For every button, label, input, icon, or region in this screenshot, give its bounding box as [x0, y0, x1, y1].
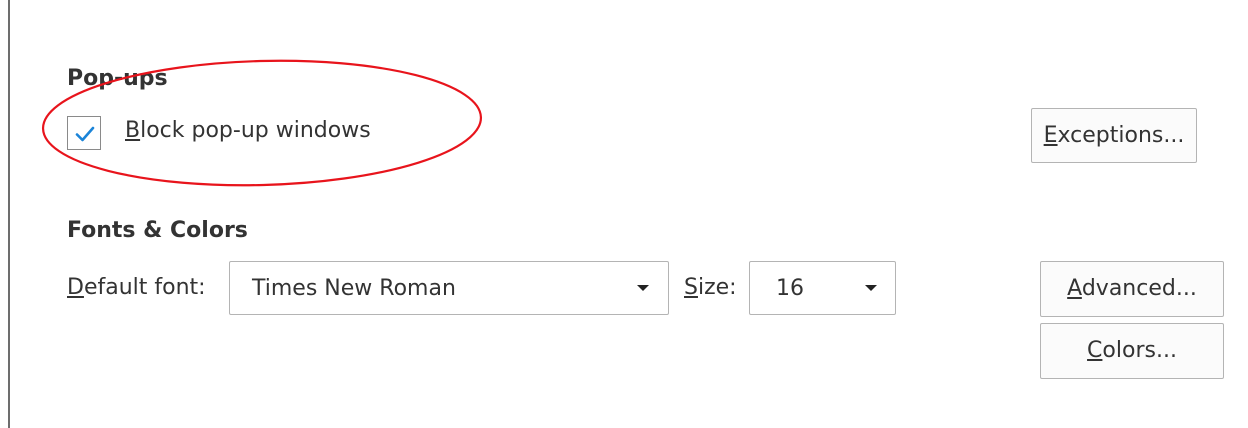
size-label-text: ize: — [697, 275, 737, 300]
exceptions-accesskey: E — [1043, 123, 1058, 148]
font-size-select[interactable]: 16 — [749, 261, 896, 315]
default-font-value: Times New Roman — [252, 276, 456, 301]
advanced-fonts-button[interactable]: Advanced... — [1040, 261, 1224, 317]
colors-accesskey: C — [1087, 338, 1103, 363]
size-accesskey: S — [684, 275, 698, 300]
colors-button[interactable]: Colors... — [1040, 323, 1224, 379]
default-font-label: Default font: — [67, 275, 206, 300]
popups-heading: Pop-ups — [67, 66, 168, 91]
chevron-down-icon — [865, 285, 877, 291]
default-font-select[interactable]: Times New Roman — [229, 261, 669, 315]
size-label: Size: — [684, 275, 737, 300]
font-size-value: 16 — [776, 276, 804, 301]
chevron-down-icon — [637, 285, 649, 291]
exceptions-button[interactable]: Exceptions... — [1031, 108, 1197, 163]
block-popups-accesskey: B — [125, 118, 141, 143]
exceptions-button-text: xceptions... — [1057, 123, 1185, 148]
block-popups-label-text: lock pop-up windows — [140, 118, 371, 143]
advanced-button-text: dvanced... — [1081, 276, 1197, 301]
default-font-label-text: efault font: — [83, 275, 206, 300]
colors-button-text: olors... — [1102, 338, 1177, 363]
advanced-accesskey: A — [1067, 276, 1082, 301]
fonts-colors-heading: Fonts & Colors — [67, 218, 248, 243]
checkmark-icon — [75, 126, 95, 142]
block-popups-label[interactable]: Block pop-up windows — [125, 118, 371, 143]
default-font-accesskey: D — [67, 275, 84, 300]
panel-left-border — [8, 0, 10, 428]
block-popups-checkbox[interactable] — [67, 116, 101, 150]
